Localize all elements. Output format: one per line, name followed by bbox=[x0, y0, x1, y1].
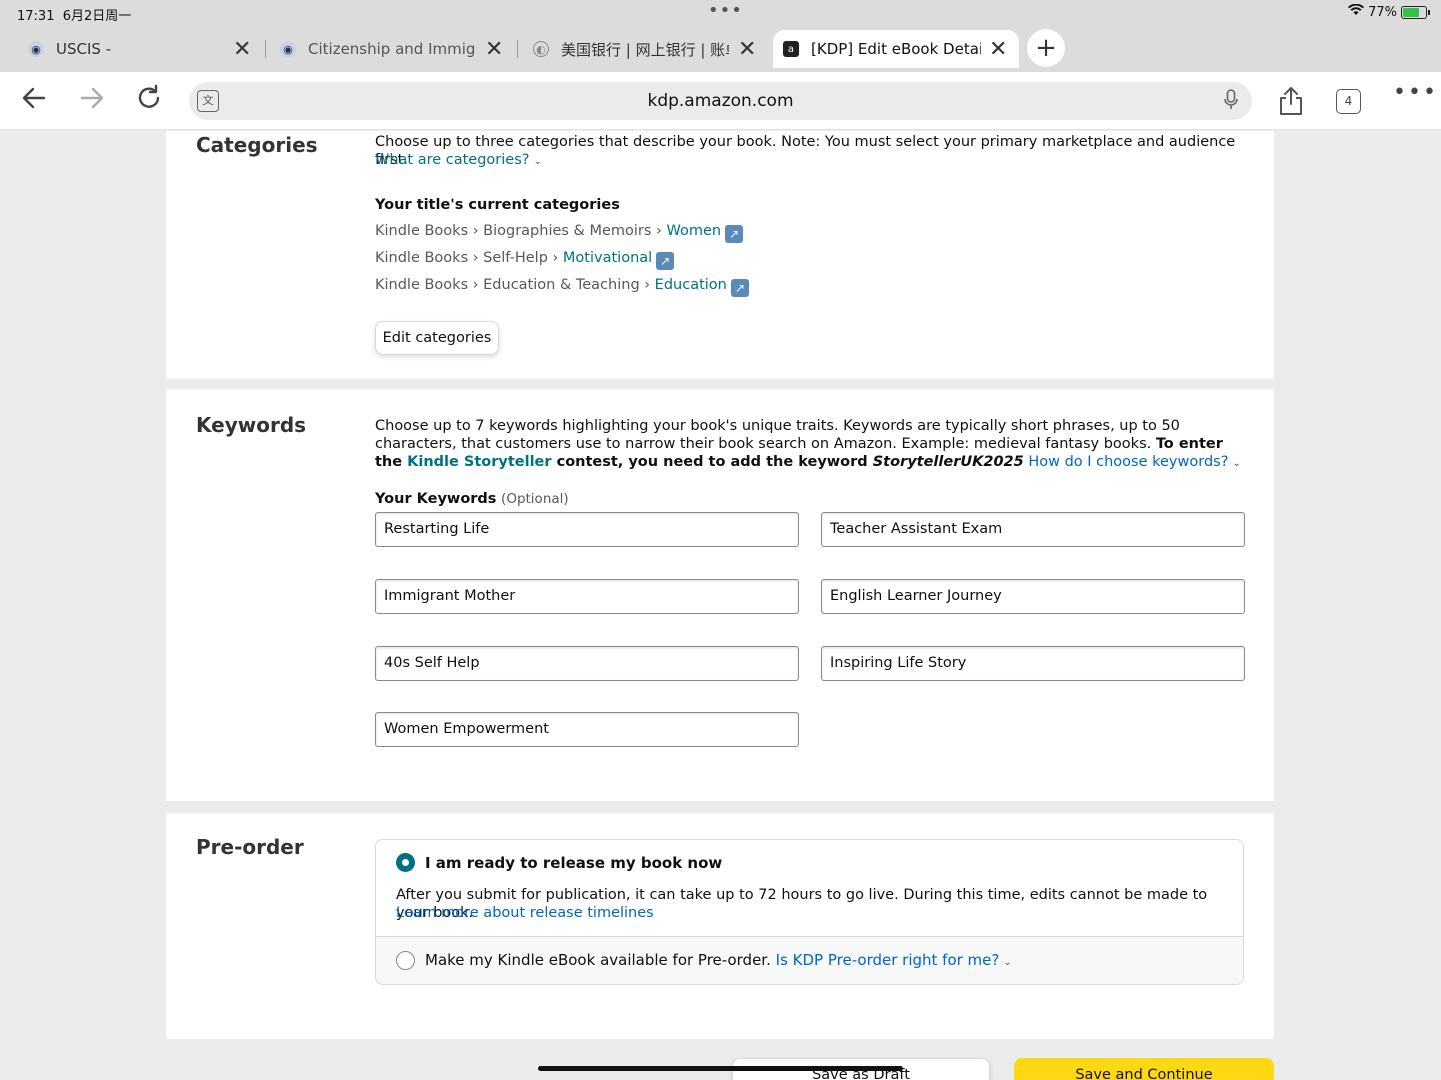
amazon-kdp-icon: a bbox=[783, 41, 799, 57]
categories-section: Categories Choose up to three categories… bbox=[166, 131, 1274, 379]
url-text: kdp.amazon.com bbox=[647, 91, 794, 111]
chevron-down-icon: ⌄ bbox=[1003, 957, 1012, 968]
category-link[interactable]: Education bbox=[655, 277, 727, 293]
category-item: Kindle Books › Self-Help › Motivational ↗ bbox=[375, 250, 675, 270]
chevron-down-icon: ⌄ bbox=[1232, 458, 1241, 469]
address-bar[interactable]: 文 kdp.amazon.com bbox=[189, 82, 1252, 120]
external-link-icon[interactable]: ↗ bbox=[725, 225, 744, 243]
category-item: Kindle Books › Education & Teaching › Ed… bbox=[375, 277, 749, 297]
close-icon[interactable]: ✕ bbox=[233, 37, 251, 62]
option-release-now[interactable]: I am ready to release my book now After … bbox=[376, 840, 1243, 937]
keywords-heading: Keywords bbox=[196, 413, 307, 437]
category-link[interactable]: Motivational bbox=[563, 250, 652, 266]
preorder-section: Pre-order I am ready to release my book … bbox=[166, 813, 1274, 1039]
external-link-icon[interactable]: ↗ bbox=[656, 252, 675, 270]
new-tab-button[interactable]: + bbox=[1027, 29, 1065, 67]
status-right: 77% bbox=[1348, 3, 1430, 20]
storyteller-link[interactable]: Kindle Storyteller bbox=[407, 454, 551, 470]
status-bar: 17:31 6月2日周一 ••• 77% bbox=[0, 0, 1441, 26]
seal-icon: ◉ bbox=[280, 41, 296, 57]
tab-divider bbox=[265, 40, 266, 58]
tab-overview-button[interactable]: 4 bbox=[1336, 89, 1361, 114]
browser-toolbar: 文 kdp.amazon.com 4 ••• bbox=[0, 72, 1441, 130]
multitasking-dots[interactable]: ••• bbox=[708, 0, 743, 21]
forward-icon[interactable] bbox=[78, 84, 106, 119]
category-item: Kindle Books › Biographies & Memoirs › W… bbox=[375, 223, 744, 243]
option-release-now-label: I am ready to release my book now bbox=[425, 854, 723, 872]
tab-divider bbox=[517, 40, 518, 58]
keyword-input[interactable]: Inspiring Life Story bbox=[821, 646, 1245, 681]
battery-percent: 77% bbox=[1368, 4, 1397, 20]
save-continue-button[interactable]: Save and Continue bbox=[1014, 1058, 1274, 1080]
tab-title: 美国银行 | 网上银行 | 账单 bbox=[561, 40, 729, 59]
seal-icon: ◉ bbox=[28, 41, 44, 57]
option-preorder[interactable]: Make my Kindle eBook available for Pre-o… bbox=[376, 937, 1243, 984]
preorder-options: I am ready to release my book now After … bbox=[375, 839, 1244, 985]
tab-title: Citizenship and Immigra bbox=[308, 40, 476, 58]
tab-uscis[interactable]: ◉ USCIS - ✕ bbox=[28, 30, 258, 68]
keyword-input[interactable]: English Learner Journey bbox=[821, 579, 1245, 614]
keyword-input[interactable]: Women Empowerment bbox=[375, 712, 799, 747]
wifi-icon bbox=[1348, 3, 1365, 20]
keywords-description: Choose up to 7 keywords highlighting you… bbox=[375, 418, 1241, 470]
category-link[interactable]: Women bbox=[666, 223, 721, 239]
reload-icon[interactable] bbox=[135, 84, 163, 119]
chevron-down-icon: ⌄ bbox=[533, 156, 542, 167]
tab-citizenship[interactable]: ◉ Citizenship and Immigra ✕ bbox=[280, 30, 510, 68]
release-timelines-link[interactable]: Learn more about release timelines bbox=[396, 904, 654, 922]
categories-help-link[interactable]: What are categories? ⌄ bbox=[375, 151, 542, 171]
radio-release-now[interactable] bbox=[396, 853, 415, 872]
home-indicator[interactable] bbox=[538, 1066, 903, 1071]
tab-title: USCIS - bbox=[56, 40, 112, 58]
preorder-help-link[interactable]: Is KDP Pre-order right for me? bbox=[776, 951, 1000, 969]
microphone-icon[interactable] bbox=[1224, 89, 1238, 116]
categories-heading: Categories bbox=[196, 133, 318, 157]
preorder-heading: Pre-order bbox=[196, 835, 304, 859]
keyword-input[interactable]: 40s Self Help bbox=[375, 646, 799, 681]
keywords-section: Keywords Choose up to 7 keywords highlig… bbox=[166, 389, 1274, 801]
keywords-help-link[interactable]: How do I choose keywords? bbox=[1028, 454, 1228, 470]
battery-icon bbox=[1401, 5, 1430, 19]
tab-bar: ◉ USCIS - ✕ ◉ Citizenship and Immigra ✕ … bbox=[0, 26, 1441, 72]
external-link-icon[interactable]: ↗ bbox=[730, 279, 749, 297]
option-preorder-label: Make my Kindle eBook available for Pre-o… bbox=[425, 951, 1012, 969]
share-icon[interactable] bbox=[1278, 86, 1304, 123]
tab-title: [KDP] Edit eBook Details bbox=[811, 40, 981, 58]
keyword-input[interactable]: Restarting Life bbox=[375, 512, 799, 547]
tab-boa[interactable]: ◐ 美国银行 | 网上银行 | 账单 ✕ bbox=[533, 30, 763, 68]
back-icon[interactable] bbox=[20, 84, 48, 119]
close-icon[interactable]: ✕ bbox=[485, 37, 503, 62]
edit-categories-button[interactable]: Edit categories bbox=[375, 321, 499, 355]
current-categories-label: Your title's current categories bbox=[375, 197, 620, 213]
tab-kdp[interactable]: a [KDP] Edit eBook Details ✕ bbox=[773, 30, 1019, 68]
globe-icon: ◐ bbox=[533, 41, 549, 57]
status-time: 17:31 6月2日周一 bbox=[17, 9, 132, 24]
keyword-input[interactable]: Teacher Assistant Exam bbox=[821, 512, 1245, 547]
more-icon[interactable]: ••• bbox=[1393, 80, 1438, 105]
keywords-label: Your Keywords (Optional) bbox=[375, 491, 569, 507]
close-icon[interactable]: ✕ bbox=[738, 37, 756, 62]
keyword-input[interactable]: Immigrant Mother bbox=[375, 579, 799, 614]
close-icon[interactable]: ✕ bbox=[989, 37, 1007, 62]
radio-preorder[interactable] bbox=[396, 951, 415, 970]
page-content: Categories Choose up to three categories… bbox=[0, 131, 1441, 1080]
